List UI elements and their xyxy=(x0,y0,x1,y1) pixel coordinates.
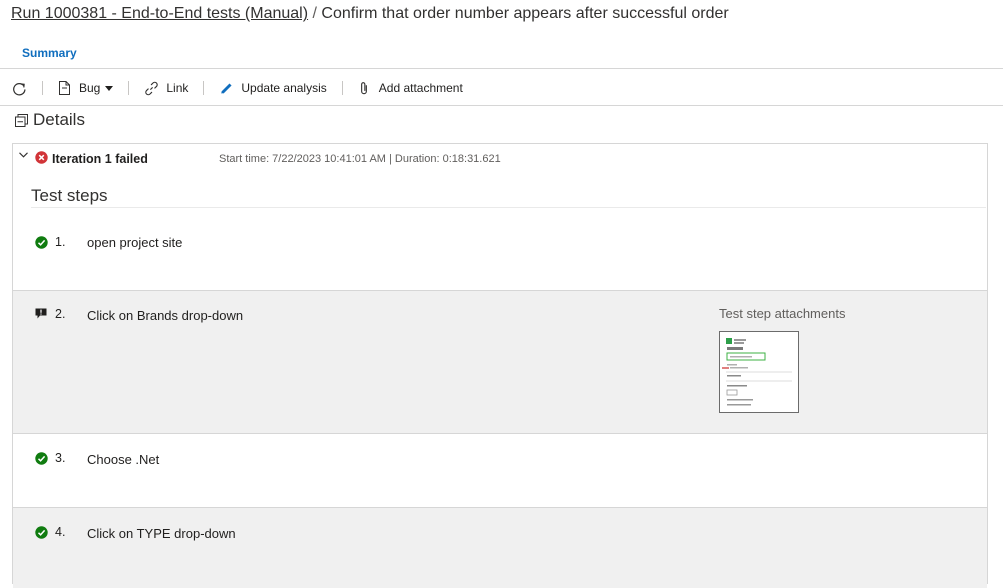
check-circle-icon xyxy=(35,526,48,539)
collapse-section-icon xyxy=(15,113,28,127)
step-text: Click on TYPE drop-down xyxy=(87,526,236,541)
details-header[interactable]: Details xyxy=(15,110,85,130)
toolbar-separator xyxy=(128,81,130,95)
link-icon xyxy=(145,81,159,95)
update-analysis-button[interactable]: Update analysis xyxy=(219,77,327,99)
step-number: 4. xyxy=(55,525,66,539)
comment-icon xyxy=(35,308,47,319)
toolbar-separator xyxy=(341,81,343,95)
divider xyxy=(0,68,1003,69)
toolbar-separator xyxy=(203,81,205,95)
refresh-icon xyxy=(13,82,26,95)
iteration-header[interactable]: Iteration 1 failed Start time: 7/22/2023… xyxy=(13,150,987,168)
refresh-button[interactable] xyxy=(12,77,27,99)
tab-summary[interactable]: Summary xyxy=(22,46,77,60)
step-number: 1. xyxy=(55,235,66,249)
update-analysis-label: Update analysis xyxy=(241,81,327,95)
divider xyxy=(0,105,1003,106)
details-heading: Details xyxy=(33,110,85,129)
paperclip-icon xyxy=(360,81,367,94)
attachment-thumbnail[interactable] xyxy=(719,331,799,413)
step-text: open project site xyxy=(87,235,183,250)
check-circle-icon xyxy=(35,236,48,249)
screenshot-thumbnail-image xyxy=(722,338,792,406)
add-attachment-button[interactable]: Add attachment xyxy=(358,77,463,99)
pencil-icon xyxy=(221,82,232,94)
test-steps-heading: Test steps xyxy=(31,186,108,205)
iteration-panel: Iteration 1 failed Start time: 7/22/2023… xyxy=(12,143,988,588)
bug-label: Bug xyxy=(79,81,101,95)
iteration-meta: Start time: 7/22/2023 10:41:01 AM | Dura… xyxy=(219,153,501,165)
test-case-title: Confirm that order number appears after … xyxy=(321,5,729,22)
chevron-down-icon[interactable] xyxy=(19,152,28,158)
test-step-row: 1. open project site xyxy=(13,208,987,290)
check-circle-icon xyxy=(35,452,48,465)
caret-down-icon xyxy=(105,85,114,91)
document-icon xyxy=(59,81,70,95)
test-step-row: 2. Click on Brands drop-down Test step a… xyxy=(13,290,987,434)
step-text: Click on Brands drop-down xyxy=(87,308,244,323)
run-link[interactable]: Run 1000381 - End-to-End tests (Manual) xyxy=(11,5,308,22)
link-label: Link xyxy=(166,81,189,95)
step-number: 3. xyxy=(55,451,66,465)
toolbar-separator xyxy=(42,81,43,95)
step-number: 2. xyxy=(55,307,66,321)
attachments-heading: Test step attachments xyxy=(719,306,846,321)
test-step-row: 4. Click on TYPE drop-down xyxy=(13,507,987,588)
tab-bar: Summary xyxy=(22,44,77,62)
page-title: Run 1000381 - End-to-End tests (Manual) … xyxy=(11,5,729,23)
link-button[interactable]: Link xyxy=(144,77,188,99)
title-separator: / xyxy=(308,5,322,22)
error-icon xyxy=(35,151,48,164)
bug-button[interactable]: Bug xyxy=(58,77,114,99)
toolbar: Bug Link Update analysis Add attachment xyxy=(0,77,1003,99)
step-text: Choose .Net xyxy=(87,452,160,467)
test-step-row: 3. Choose .Net xyxy=(13,433,987,508)
iteration-title: Iteration 1 failed xyxy=(52,152,148,166)
add-attachment-label: Add attachment xyxy=(378,81,463,95)
